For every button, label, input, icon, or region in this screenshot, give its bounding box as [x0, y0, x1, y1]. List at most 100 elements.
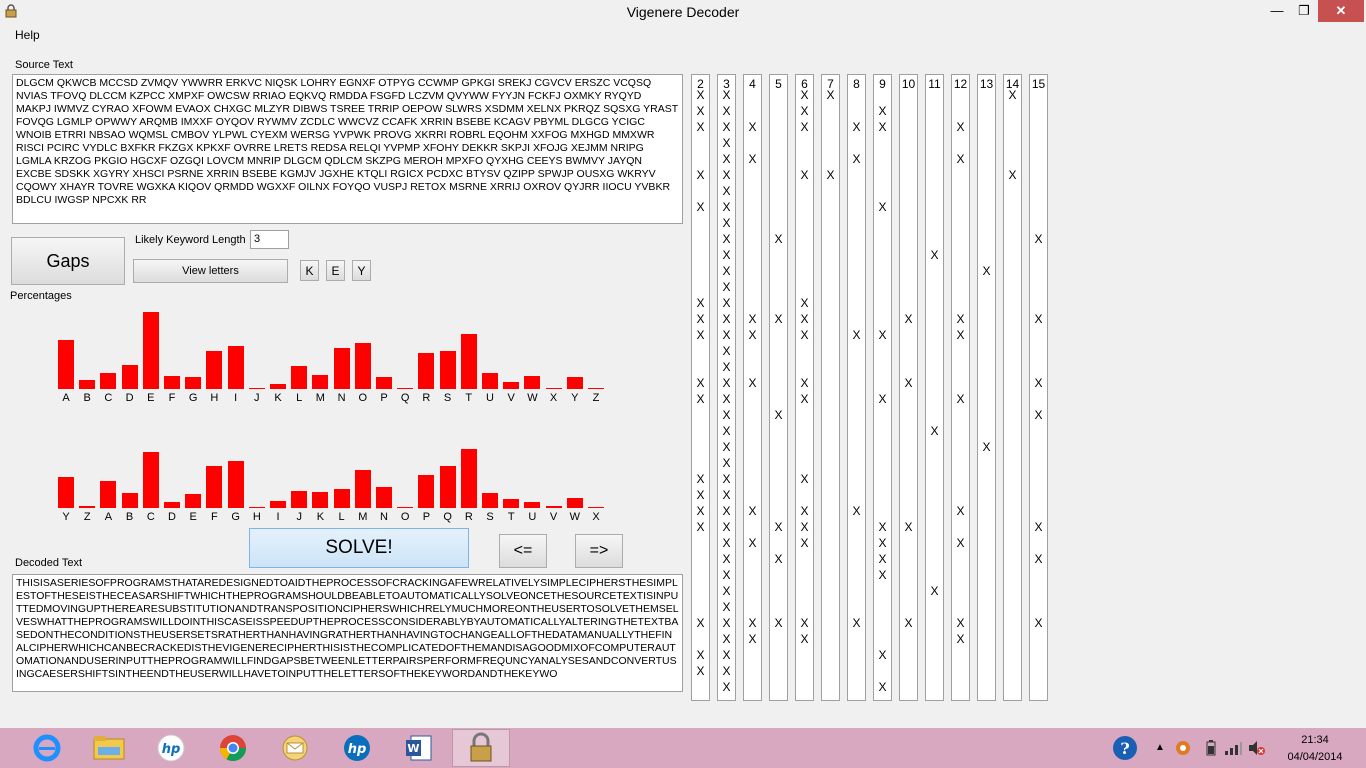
svg-text:W: W [407, 742, 419, 755]
solve-button[interactable]: SOLVE! [249, 528, 469, 568]
gap-column-number: 15 [1031, 77, 1046, 91]
gap-mark: X [904, 312, 913, 326]
file-explorer-icon[interactable] [80, 729, 138, 767]
shift-left-button[interactable]: <= [499, 534, 547, 568]
gap-mark: X [878, 568, 887, 582]
gap-mark: X [774, 520, 783, 534]
gap-mark: X [878, 648, 887, 662]
freq1-label-o: O [358, 392, 368, 404]
gap-mark: X [748, 376, 757, 390]
freq1-label-u: U [486, 392, 494, 404]
lock-app-icon[interactable] [452, 729, 510, 767]
view-letters-button[interactable]: View letters [133, 259, 288, 283]
gap-column-number: 13 [979, 77, 994, 91]
clock-date[interactable]: 04/04/2014 [1285, 751, 1345, 763]
freq2-bar-t [503, 499, 520, 508]
freq1-bar-s [439, 351, 456, 389]
freq1-bar-d [121, 365, 138, 389]
freq1-label-b: B [83, 392, 91, 404]
freq1-label-k: K [274, 392, 282, 404]
gap-column-12: 12 X X X X X X X X X [951, 74, 970, 701]
menu-help[interactable]: Help [15, 28, 40, 42]
freq2-bar-x [588, 507, 604, 508]
outlook-icon[interactable] [266, 729, 324, 767]
hp-support-icon[interactable]: hp [328, 729, 386, 767]
svg-text:hp: hp [348, 742, 367, 757]
freq2-bar-s [482, 493, 498, 508]
gap-mark: X [722, 472, 731, 486]
svg-text:hp: hp [162, 742, 181, 757]
freq1-label-j: J [254, 392, 260, 404]
close-button[interactable]: ✕ [1318, 0, 1364, 22]
word-icon[interactable]: W [390, 729, 448, 767]
gap-mark: X [722, 488, 731, 502]
gap-mark: X [722, 104, 731, 118]
chrome-icon[interactable] [204, 729, 262, 767]
gap-mark: X [956, 152, 965, 166]
gap-mark: X [800, 376, 809, 390]
freq1-bar-z [588, 388, 604, 389]
gap-column-15: 15 X X X X X X X [1029, 74, 1048, 701]
gaps-button[interactable]: Gaps [11, 237, 125, 285]
gap-mark: X [722, 152, 731, 166]
freq2-bar-l [333, 489, 350, 508]
gap-mark: X [696, 200, 705, 214]
tray-app-icon[interactable] [1175, 740, 1191, 756]
gap-mark: X [774, 408, 783, 422]
freq1-bar-j [248, 388, 265, 389]
decoded-text-area[interactable]: THISISASERIESOFPROGRAMSTHATAREDESIGNEDTO… [12, 574, 683, 692]
freq2-bar-p [418, 475, 435, 508]
freq2-bar-u [524, 502, 541, 508]
freq1-bar-v [503, 382, 520, 389]
freq1-label-c: C [104, 392, 113, 404]
source-text-area[interactable]: DLGCM QKWCB MCCSD ZVMQV YWWRR ERKVC NIQS… [12, 74, 683, 224]
gap-mark: X [722, 200, 731, 214]
key-letter-1[interactable]: K [300, 260, 319, 281]
freq2-bar-g [227, 461, 244, 508]
key-letter-2[interactable]: E [326, 260, 345, 281]
freq2-bar-d [164, 502, 180, 508]
gap-mark: X [852, 504, 861, 518]
window-title: Vigenere Decoder [626, 4, 740, 20]
gap-mark: X [878, 536, 887, 550]
minimize-button[interactable]: — [1263, 0, 1291, 22]
gap-mark: X [826, 168, 835, 182]
gap-mark: X [956, 504, 965, 518]
freq1-bar-u [482, 373, 498, 389]
gap-mark: X [748, 536, 757, 550]
freq1-bar-t [460, 334, 477, 389]
freq1-label-r: R [422, 392, 431, 404]
freq2-label-t: T [507, 511, 515, 523]
freq2-bar-c [142, 452, 159, 508]
gap-mark: X [878, 328, 887, 342]
battery-icon[interactable] [1205, 740, 1217, 756]
freq2-label-a: A [104, 511, 113, 523]
gap-column-number: 4 [749, 77, 756, 91]
keyword-length-input[interactable]: 3 [250, 230, 289, 249]
gap-mark: X [722, 584, 731, 598]
gap-mark: X [722, 408, 731, 422]
freq2-label-f: F [211, 511, 218, 523]
tray-expand-icon[interactable]: ▲ [1155, 742, 1165, 753]
signal-icon[interactable] [1224, 740, 1242, 756]
ie-icon[interactable] [18, 729, 76, 767]
hp-icon[interactable]: hp [142, 729, 200, 767]
gap-mark: X [722, 280, 731, 294]
freq2-bar-q [439, 466, 456, 508]
gap-column-3: 3XXXXXXXXXXXXXXXXXXXXXXXXXXXXXXXXXXXXXX [717, 74, 736, 701]
clock-time[interactable]: 21:34 [1285, 734, 1345, 746]
gap-mark: X [1034, 408, 1043, 422]
volume-muted-icon[interactable] [1248, 740, 1266, 756]
gap-mark: X [930, 584, 939, 598]
gap-mark: X [696, 88, 705, 102]
key-letter-3[interactable]: Y [352, 260, 371, 281]
restore-button[interactable]: ❐ [1290, 0, 1318, 22]
gap-mark: X [696, 472, 705, 486]
help-center-icon[interactable]: ? [1110, 733, 1140, 763]
freq2-label-c: C [146, 511, 155, 523]
gap-mark: X [878, 552, 887, 566]
gap-mark: X [1034, 376, 1043, 390]
gap-mark: X [1034, 552, 1043, 566]
shift-right-button[interactable]: => [575, 534, 623, 568]
freq2-label-u: U [528, 511, 537, 523]
